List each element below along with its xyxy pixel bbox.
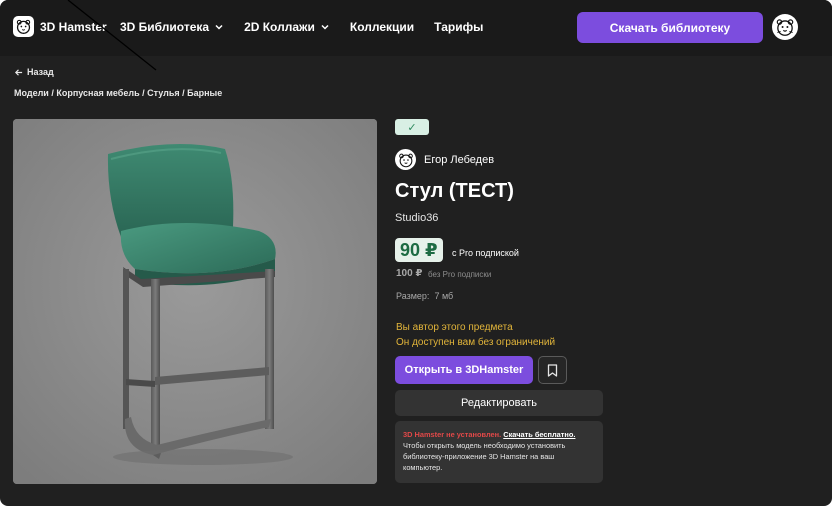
install-warning: 3D Hamster не установлен.	[403, 430, 502, 439]
nav-pricing[interactable]: Тарифы	[434, 20, 483, 34]
author-name: Егор Лебедев	[424, 153, 495, 166]
app-frame: 3D Hamster 3D Библиотека 2D Коллажи Колл…	[0, 0, 832, 506]
back-link-label: Назад	[27, 67, 54, 77]
edit-button[interactable]: Редактировать	[395, 390, 603, 416]
install-notice: 3D Hamster не установлен. Скачать беспла…	[395, 421, 603, 483]
arrow-left-icon	[14, 68, 23, 76]
logo-text: 3D Hamster	[40, 19, 107, 34]
file-size: Размер: 7 мб	[396, 291, 453, 301]
logo[interactable]: 3D Hamster	[13, 16, 107, 37]
nav-2d-collages[interactable]: 2D Коллажи	[244, 20, 330, 34]
nav-collections-label: Коллекции	[349, 20, 415, 34]
verified-badge: ✓	[395, 119, 429, 135]
price-pro: 90 ₽	[395, 238, 443, 262]
top-header: 3D Hamster 3D Библиотека 2D Коллажи Колл…	[0, 0, 832, 56]
product-studio: Studio36	[395, 212, 439, 224]
nav-pricing-label: Тарифы	[434, 20, 484, 34]
price-pro-label: с Pro подпиской	[452, 248, 519, 258]
chevron-down-icon	[215, 24, 223, 30]
main-nav: 3D Библиотека 2D Коллажи Коллекции Тариф…	[120, 20, 483, 34]
price-base: 100 ₽	[396, 268, 423, 279]
file-size-value: 7 мб	[434, 291, 454, 301]
bar-stool-render	[13, 119, 377, 484]
bookmark-button[interactable]	[538, 356, 567, 384]
nav-2d-collages-label: 2D Коллажи	[244, 20, 315, 34]
download-free-link[interactable]: Скачать бесплатно.	[503, 430, 575, 439]
hamster-avatar-icon	[776, 19, 794, 36]
install-notice-text: Чтобы открыть модель необходимо установи…	[403, 441, 566, 472]
owner-notice-line1: Вы автор этого предмета	[396, 322, 513, 333]
chevron-down-icon	[321, 24, 329, 30]
open-in-3dhamster-button[interactable]: Открыть в 3DHamster	[395, 356, 533, 384]
file-size-label: Размер:	[396, 291, 430, 301]
user-avatar[interactable]	[772, 14, 798, 40]
hamster-logo-icon	[13, 16, 34, 37]
product-image	[13, 119, 377, 484]
nav-3d-library[interactable]: 3D Библиотека	[120, 20, 224, 34]
price-base-label: без Pro подписки	[428, 270, 492, 279]
download-library-button[interactable]: Скачать библиотеку	[577, 12, 763, 43]
author[interactable]: Егор Лебедев	[395, 149, 494, 170]
product-title: Стул (ТЕСТ)	[395, 180, 514, 202]
back-link[interactable]: Назад	[14, 67, 54, 77]
bookmark-icon	[547, 363, 558, 377]
nav-3d-library-label: 3D Библиотека	[120, 20, 210, 34]
owner-notice-line2: Он доступен вам без ограничений	[396, 337, 556, 348]
hamster-avatar-icon	[395, 149, 416, 170]
nav-collections[interactable]: Коллекции	[350, 20, 414, 34]
breadcrumb[interactable]: Модели / Корпусная мебель / Стулья / Бар…	[14, 88, 222, 98]
